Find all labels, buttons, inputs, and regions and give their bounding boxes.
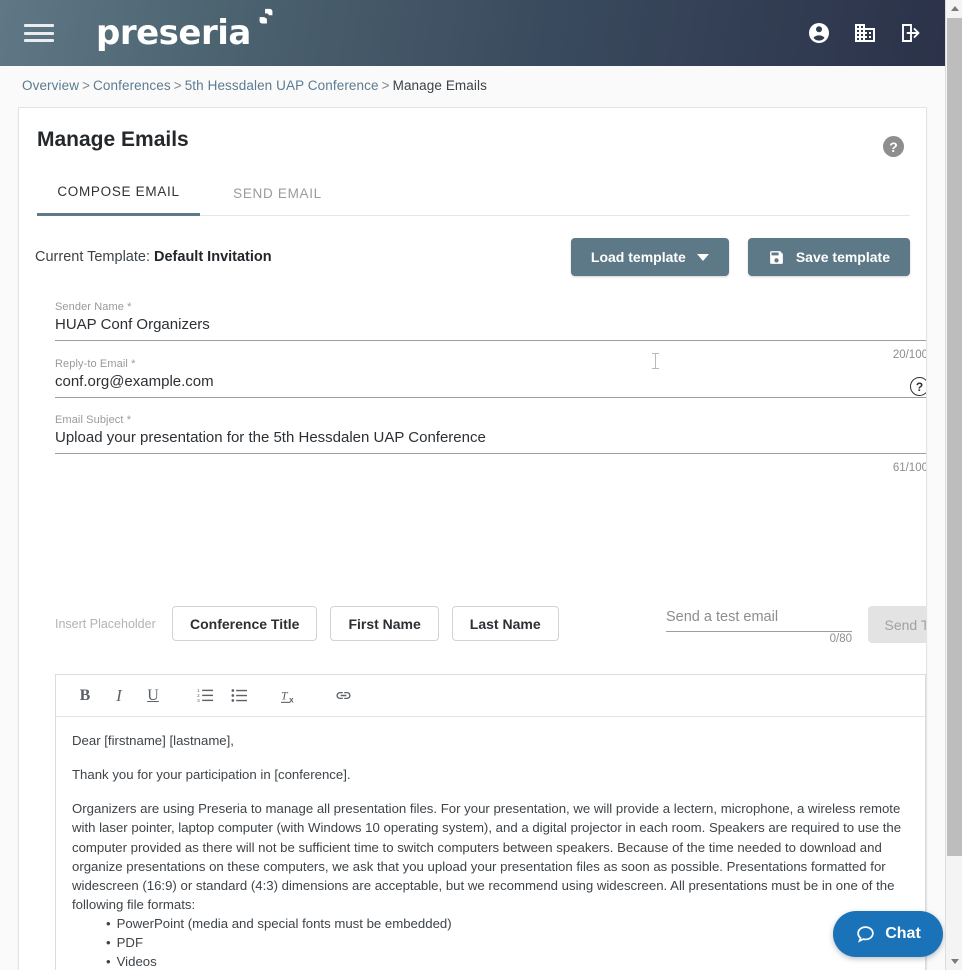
underline-icon[interactable]: U [138, 682, 168, 710]
test-email-input[interactable] [666, 609, 852, 632]
breadcrumb-item-overview[interactable]: Overview [22, 78, 79, 93]
body-format-list: PowerPoint (media and special fonts must… [72, 914, 909, 970]
top-app-bar: preseria [0, 0, 945, 66]
chat-label: Chat [885, 925, 921, 942]
app-bar-actions [807, 21, 923, 45]
insert-placeholder-row: Insert Placeholder Conference Title Firs… [55, 606, 926, 645]
reply-to-help-icon[interactable]: ? [910, 377, 926, 396]
editor-toolbar: B I U 1 2 3 T x [56, 675, 925, 717]
breadcrumb-separator: > [173, 78, 182, 93]
scroll-up-arrow-icon[interactable] [946, 0, 962, 17]
login-exit-icon[interactable] [899, 21, 923, 45]
reply-to-email-field: Reply-to Email * conf.org@example.com ? [55, 358, 926, 398]
breadcrumb-item-conferences[interactable]: Conferences [93, 78, 171, 93]
breadcrumb-item-conference[interactable]: 5th Hessdalen UAP Conference [185, 78, 379, 93]
brand-logo[interactable]: preseria [96, 8, 273, 53]
ordered-list-icon[interactable]: 1 2 3 [190, 682, 220, 710]
send-test-button[interactable]: Send Test [868, 606, 926, 643]
scrollbar-thumb[interactable] [947, 18, 962, 856]
template-row: Current Template: Default Invitation Loa… [35, 238, 910, 276]
svg-text:3: 3 [197, 698, 200, 703]
insert-link-icon[interactable] [328, 682, 358, 710]
svg-text:T: T [281, 688, 289, 702]
hamburger-menu-icon[interactable] [24, 22, 54, 44]
chevron-down-icon [696, 253, 709, 261]
body-thanks: Thank you for your participation in [con… [72, 767, 351, 783]
page-scrollbar[interactable] [945, 0, 962, 970]
test-email-counter: 0/80 [829, 633, 852, 645]
brand-mark-icon [259, 8, 273, 24]
template-buttons: Load template Save template [570, 238, 910, 276]
page-title: Manage Emails [37, 128, 189, 151]
email-subject-counter: 61/100 [892, 462, 927, 474]
chat-bubble-icon [857, 925, 874, 943]
scroll-down-arrow-icon[interactable] [946, 953, 962, 970]
breadcrumb-item-current: Manage Emails [392, 78, 487, 93]
sender-name-label: Sender Name * [55, 301, 132, 313]
placeholder-last-name-button[interactable]: Last Name [451, 606, 559, 641]
body-main-paragraph: Organizers are using Preseria to manage … [72, 801, 902, 912]
chat-widget-button[interactable]: Chat [833, 911, 943, 957]
email-subject-input[interactable]: Upload your presentation for the 5th Hes… [55, 429, 926, 454]
reply-to-email-label: Reply-to Email * [55, 358, 136, 370]
reply-to-email-input[interactable]: conf.org@example.com [55, 373, 926, 398]
placeholder-first-name-button[interactable]: First Name [330, 606, 439, 641]
insert-placeholder-label: Insert Placeholder [55, 616, 156, 631]
list-item: Videos [106, 952, 909, 970]
email-body-editor: B I U 1 2 3 T x Dear [firstname] [lastna… [55, 674, 926, 970]
account-circle-icon[interactable] [807, 21, 831, 45]
bold-icon[interactable]: B [70, 682, 100, 710]
remove-format-icon[interactable]: T x [276, 682, 306, 710]
test-email-wrap: 0/80 [666, 608, 852, 645]
italic-icon[interactable]: I [104, 682, 134, 710]
app-root: preseria Overview > Conferences >5th Hessda… [0, 0, 962, 970]
breadcrumb: Overview > Conferences >5th Hessdalen UAP C… [22, 78, 487, 93]
placeholder-conference-title-button[interactable]: Conference Title [172, 606, 318, 641]
brand-name: preseria [96, 13, 251, 53]
tab-send-email[interactable]: SEND EMAIL [200, 170, 355, 216]
business-building-icon[interactable] [853, 21, 877, 45]
current-template-prefix: Current Template: [35, 249, 150, 265]
svg-text:x: x [289, 695, 294, 704]
breadcrumb-separator: > [381, 78, 390, 93]
email-subject-label: Email Subject * [55, 414, 132, 426]
breadcrumb-separator: > [82, 78, 91, 93]
body-greeting: Dear [firstname] [lastname], [72, 733, 234, 748]
unordered-list-icon[interactable] [224, 682, 254, 710]
load-template-label: Load template [590, 249, 686, 265]
manage-emails-card: Manage Emails ? COMPOSE EMAIL SEND EMAIL… [18, 107, 927, 970]
sender-name-input[interactable]: HUAP Conf Organizers [55, 316, 926, 341]
save-template-button[interactable]: Save template [747, 238, 910, 276]
current-template-label: Current Template: Default Invitation [35, 249, 272, 265]
email-subject-field: Email Subject * Upload your presentation… [55, 414, 926, 474]
list-item: PowerPoint (media and special fonts must… [106, 914, 909, 933]
email-body-content[interactable]: Dear [firstname] [lastname], Thank you f… [56, 717, 925, 970]
sender-name-field: Sender Name * HUAP Conf Organizers 20/10… [55, 301, 926, 361]
current-template-name: Default Invitation [154, 249, 272, 265]
list-item: PDF [106, 933, 909, 952]
help-circle-icon[interactable]: ? [883, 136, 904, 157]
save-floppy-icon [769, 250, 783, 264]
save-template-label: Save template [795, 249, 890, 265]
tab-bar: COMPOSE EMAIL SEND EMAIL [37, 170, 910, 216]
load-template-button[interactable]: Load template [570, 238, 729, 276]
tab-compose-email[interactable]: COMPOSE EMAIL [37, 170, 200, 216]
